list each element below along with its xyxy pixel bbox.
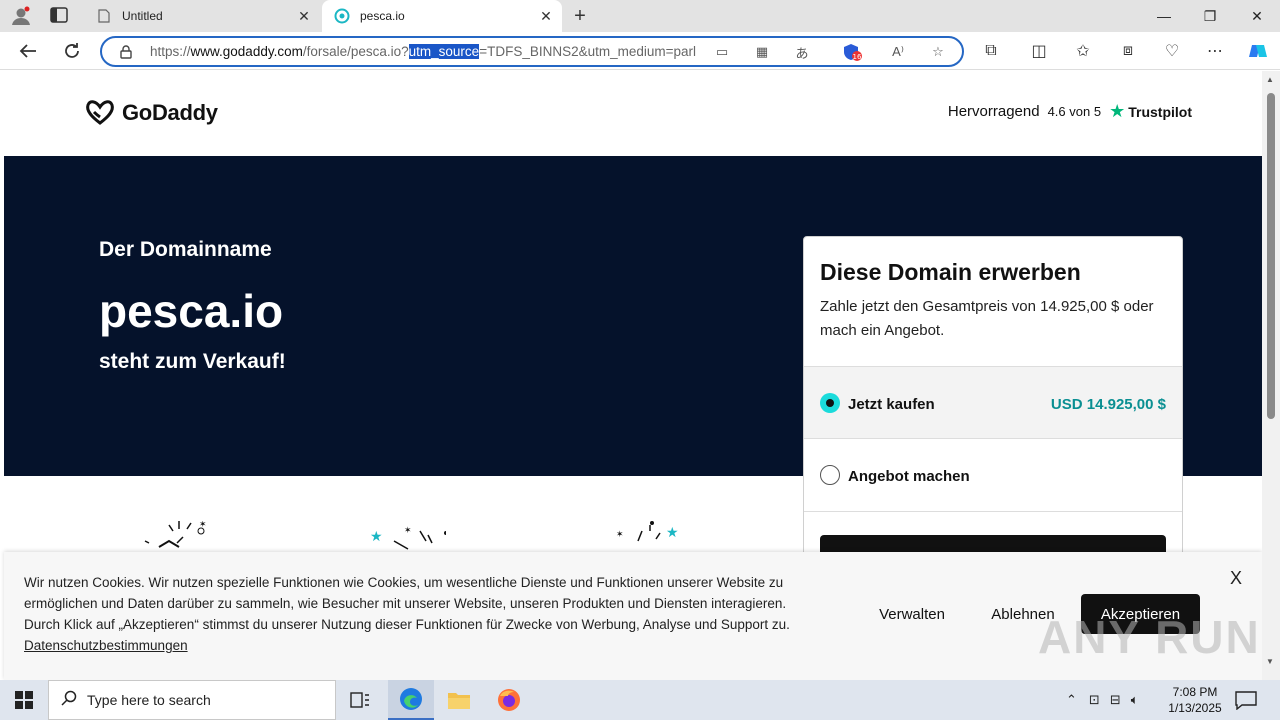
hero-posttext: steht zum Verkauf! [99,350,286,373]
svg-text:★: ★ [370,528,383,544]
cookie-text-block: Wir nutzen Cookies. Wir nutzen spezielle… [24,572,824,656]
minimize-icon[interactable]: — [1141,0,1187,32]
buy-now-price: USD 14.925,00 $ [1050,396,1166,413]
logo-text: GoDaddy [122,100,218,125]
make-offer-label: Angebot machen [848,468,970,485]
taskbar-clock[interactable]: 7:08 PM 1/13/2025 [1160,684,1230,716]
new-tab-icon[interactable]: + [568,4,592,28]
split-screen-icon[interactable]: ◫ [1024,36,1054,66]
trust-score: 4.6 von 5 [1047,104,1102,119]
trustpilot-rating[interactable]: Hervorragend 4.6 von 5 ★ Trustpilot [948,101,1192,122]
tab-title: pesca.io [360,9,405,23]
cookie-text: Wir nutzen Cookies. Wir nutzen spezielle… [24,575,790,632]
search-placeholder: Type here to search [87,692,211,708]
windows-logo-icon [15,691,33,709]
extensions-icon[interactable]: ⧉ [976,36,1006,66]
file-explorer-icon[interactable] [436,680,482,720]
taskbar-search[interactable]: Type here to search [48,680,336,720]
cookie-banner: Wir nutzen Cookies. Wir nutzen spezielle… [4,552,1262,680]
page-scrollbar[interactable]: ▲ ▼ [1262,71,1280,680]
svg-text:★: ★ [666,524,679,540]
volume-icon[interactable]: 🔈︎ [1131,692,1139,708]
sparkle-illustration-icon: ★ ✶ [370,525,446,550]
tab-pesca[interactable]: pesca.io ✕ [322,0,562,32]
trustpilot-star-icon: ★ [1109,101,1126,121]
make-offer-radio[interactable] [820,465,840,485]
more-menu-icon[interactable]: ⋯ [1200,36,1230,66]
svg-text:✶: ✶ [616,529,624,539]
restore-icon[interactable]: ❐ [1187,0,1233,32]
sparkle-illustration-icon: ✶ [144,521,207,548]
tab-strip: Untitled ✕ pesca.io ✕ + — ❐ ✕ [0,0,1280,32]
edge-taskbar-icon[interactable] [388,680,434,720]
scroll-down-icon[interactable]: ▼ [1266,657,1274,666]
close-tab-icon[interactable]: ✕ [536,8,556,25]
translate-icon[interactable]: あ [792,43,812,61]
refresh-icon[interactable] [57,36,87,66]
url-text[interactable]: https://www.godaddy.com/forsale/pesca.io… [150,44,710,59]
svg-text:✶: ✶ [404,525,412,535]
favorites-icon[interactable]: ✩ [1068,36,1098,66]
godaddy-logo-icon [86,100,114,125]
network-icon[interactable]: ⊟ [1110,692,1121,708]
task-view-icon[interactable] [337,680,383,720]
hero-domain-name: pesca.io [99,285,284,337]
svg-text:16: 16 [853,53,862,61]
trust-brand: Trustpilot [1128,103,1192,120]
cookie-close-button[interactable]: X [1230,568,1242,589]
browser-toolbar: https://www.godaddy.com/forsale/pesca.io… [0,32,1280,70]
manage-cookies-button[interactable]: Verwalten [872,594,952,634]
read-aloud-icon[interactable]: A⁾ [888,43,908,61]
tab-actions-icon[interactable] [50,7,70,25]
collections-icon[interactable]: ⧈ [1113,36,1143,66]
firefox-icon[interactable] [486,680,532,720]
back-icon[interactable] [13,36,43,66]
card-title: Diese Domain erwerben [820,259,1081,285]
start-button[interactable] [0,680,48,720]
option-make-offer[interactable]: Angebot machen [804,439,1182,512]
tray-chevron-icon[interactable]: ⌃ [1066,692,1077,708]
buy-now-radio[interactable] [820,393,840,413]
buy-now-label: Jetzt kaufen [848,396,935,413]
close-tab-icon[interactable]: ✕ [294,8,314,25]
tab-untitled[interactable]: Untitled ✕ [84,0,320,32]
search-icon [61,690,77,711]
favorite-star-icon[interactable]: ☆ [928,43,948,61]
scroll-thumb[interactable] [1267,93,1275,419]
windows-taskbar: Type here to search ⌃ ⊡ ⊟ 🔈︎ 7:08 PM 1/1… [0,680,1280,720]
lock-icon[interactable] [116,43,136,61]
apps-grid-icon[interactable]: ▦ [752,43,772,61]
system-tray: ⌃ ⊡ ⊟ 🔈︎ [1066,680,1139,720]
hero-pretext: Der Domainname [99,238,272,261]
page-icon [96,8,112,24]
scroll-up-icon[interactable]: ▲ [1266,75,1274,84]
extension-shield-icon[interactable]: 16 [842,43,862,61]
close-window-icon[interactable]: ✕ [1234,0,1280,32]
browser-essentials-icon[interactable]: ♡ [1157,36,1187,66]
site-header: GoDaddy Hervorragend 4.6 von 5 ★ Trustpi… [4,71,1262,156]
svg-text:✶: ✶ [199,521,207,529]
device-icon[interactable]: ▭ [712,43,732,61]
sparkle-illustration-icon: ✶ ★ [616,521,679,542]
privacy-policy-link[interactable]: Datenschutzbestimmungen [24,638,188,653]
address-bar[interactable]: https://www.godaddy.com/forsale/pesca.io… [100,36,964,67]
notification-icon[interactable] [1234,690,1258,710]
clock-date: 1/13/2025 [1168,701,1222,715]
copilot-icon[interactable] [1243,36,1273,66]
tray-device-icon[interactable]: ⊡ [1089,692,1100,708]
option-buy-now[interactable]: Jetzt kaufen USD 14.925,00 $ [804,366,1182,439]
profile-avatar-icon[interactable] [10,6,32,26]
card-description: Zahle jetzt den Gesamtpreis von 14.925,0… [820,298,1154,339]
anyrun-watermark: ANY RUN [1038,611,1261,663]
godaddy-favicon-icon [334,8,350,24]
clock-time: 7:08 PM [1172,685,1218,699]
godaddy-logo[interactable]: GoDaddy [84,99,218,127]
tab-title: Untitled [122,9,163,23]
trust-label: Hervorragend [947,103,1040,120]
